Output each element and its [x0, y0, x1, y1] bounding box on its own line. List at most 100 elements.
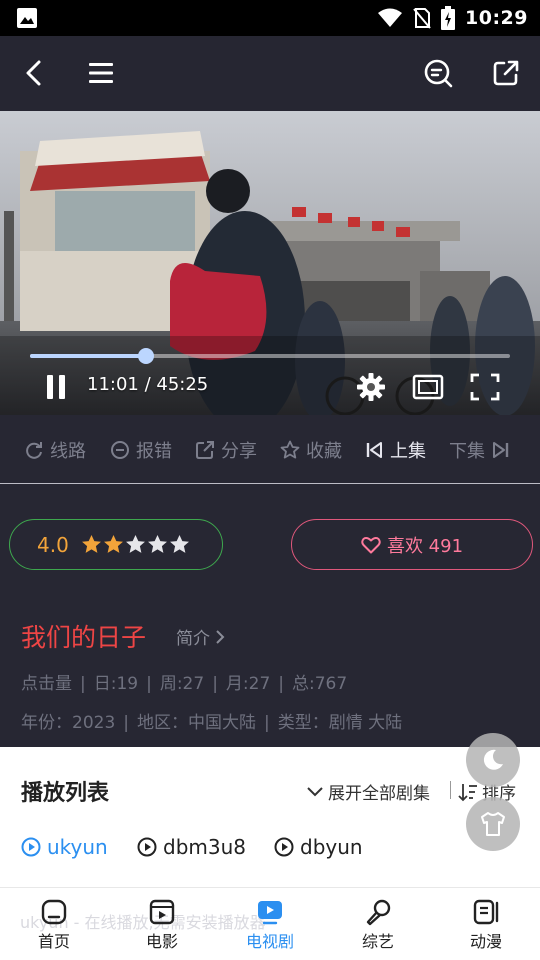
gear-icon [357, 373, 385, 401]
intro-label: 简介 [176, 629, 210, 649]
nav-movies[interactable]: 电影 [122, 898, 202, 952]
show-title: 我们的日子 [21, 623, 147, 652]
rating-stars [81, 534, 190, 555]
night-mode-button[interactable] [466, 733, 520, 787]
info-row: 年份：2023 | 地区：中国大陆 | 类型：剧情 大陆 [21, 713, 403, 733]
route-button[interactable]: 线路 [24, 437, 86, 463]
info-year: 年份：2023 [21, 713, 116, 733]
menu-button[interactable] [78, 50, 124, 96]
favorite-label: 收藏 [306, 441, 342, 462]
fullscreen-button[interactable] [466, 368, 504, 406]
like-label: 喜欢 491 [386, 535, 464, 557]
refresh-icon [26, 442, 42, 459]
nav-anime[interactable]: 动漫 [446, 898, 526, 952]
comments-button[interactable] [415, 50, 461, 96]
source-label: ukyun [47, 835, 108, 859]
intro-link[interactable]: 简介 [176, 624, 226, 649]
settings-button[interactable] [352, 368, 390, 406]
chevron-right-icon [216, 629, 225, 644]
share-icon [196, 441, 214, 459]
expand-label: 展开全部剧集 [328, 784, 430, 804]
bottom-navigation: ukyun - 在线播放,无需安装播放器 首页 电影 电视剧 综艺 动漫 [0, 887, 540, 960]
seek-bar-progress [30, 354, 147, 358]
open-external-button[interactable] [483, 50, 529, 96]
expand-all-episodes-button[interactable]: 展开全部剧集 [306, 779, 430, 804]
toolbar-separator [450, 781, 451, 799]
video-player[interactable]: 11:01 / 45:25 [0, 111, 540, 415]
tv-play-icon [258, 901, 282, 925]
playlist-title: 播放列表 [21, 781, 110, 806]
fullscreen-icon [470, 373, 500, 401]
nav-home[interactable]: 首页 [14, 898, 94, 952]
nav-movies-label: 电影 [145, 932, 178, 951]
home-icon [41, 899, 67, 925]
share-label: 分享 [221, 441, 257, 462]
stat-total: 总:767 [292, 674, 348, 694]
nav-tv-series[interactable]: 电视剧 [230, 898, 310, 952]
status-time: 10:29 [465, 7, 528, 29]
playback-time: 11:01 / 45:25 [87, 374, 209, 395]
report-error-button[interactable]: 报错 [110, 437, 172, 463]
theme-skin-button[interactable] [466, 797, 520, 851]
next-episode-button[interactable]: 下集 [449, 437, 509, 463]
stats-row: 点击量 | 日:19 | 周:27 | 月:27 | 总:767 [21, 674, 348, 694]
stat-day: 日:19 [93, 674, 139, 694]
skip-next-icon [493, 442, 509, 458]
star-filled-icon [103, 535, 123, 553]
pause-button[interactable] [38, 369, 74, 405]
pause-icon [47, 375, 65, 399]
seek-bar[interactable] [30, 348, 510, 364]
source-tab-dbm3u8[interactable]: dbm3u8 [137, 835, 246, 859]
star-empty-icon [147, 535, 167, 553]
share-button[interactable]: 分享 [195, 437, 257, 463]
source-label: dbm3u8 [163, 835, 246, 859]
star-outline-icon [280, 440, 300, 459]
stat-label: 点击量 [21, 674, 72, 694]
nav-variety-label: 综艺 [361, 932, 394, 951]
video-frame [0, 111, 540, 415]
open-external-icon [493, 60, 519, 86]
nav-anime-label: 动漫 [469, 932, 502, 951]
film-icon [149, 899, 175, 925]
top-app-bar [0, 36, 540, 111]
chevron-down-icon [307, 786, 323, 796]
route-label: 线路 [50, 441, 86, 462]
previous-episode-label: 上集 [390, 441, 426, 462]
battery-charging-icon [441, 6, 456, 30]
tshirt-icon [481, 812, 505, 836]
favorite-button[interactable]: 收藏 [280, 437, 342, 463]
search-chat-icon [424, 59, 453, 88]
nav-tv-series-label: 电视剧 [245, 932, 294, 951]
back-button[interactable] [11, 50, 57, 96]
report-error-label: 报错 [136, 441, 172, 462]
action-row: 线路 报错 分享 收藏 上集 下集 [0, 415, 540, 483]
play-circle-icon [21, 837, 41, 857]
aspect-ratio-button[interactable] [409, 368, 447, 406]
info-region: 地区：中国大陆 [137, 713, 256, 733]
play-circle-icon [274, 837, 294, 857]
previous-episode-button[interactable]: 上集 [366, 437, 426, 463]
heart-outline-icon [361, 536, 381, 553]
back-arrow-icon [26, 60, 41, 86]
nav-home-label: 首页 [37, 932, 70, 951]
star-empty-icon [169, 535, 189, 553]
next-episode-label: 下集 [449, 441, 485, 462]
info-genre: 类型：剧情 大陆 [277, 713, 403, 733]
source-label: dbyun [300, 835, 363, 859]
moon-icon [483, 749, 503, 770]
aspect-ratio-icon [412, 374, 444, 400]
rating-score: 4.0 [37, 532, 69, 557]
minus-circle-icon [111, 441, 129, 459]
like-button[interactable]: 喜欢 491 [291, 519, 533, 570]
rating-button[interactable]: 4.0 [9, 519, 223, 570]
nav-variety[interactable]: 综艺 [338, 898, 418, 952]
source-tab-dbyun[interactable]: dbyun [274, 835, 363, 859]
hamburger-menu-icon [89, 63, 113, 83]
no-sim-icon [413, 8, 431, 29]
playlist-panel: 播放列表 展开全部剧集 排序 ukyun dbm3u8 dbyun [0, 747, 540, 887]
stat-month: 月:27 [225, 674, 271, 694]
source-tab-ukyun[interactable]: ukyun [21, 835, 108, 859]
star-empty-icon [125, 535, 145, 553]
wifi-icon [378, 8, 403, 27]
status-bar: 10:29 [0, 0, 540, 36]
